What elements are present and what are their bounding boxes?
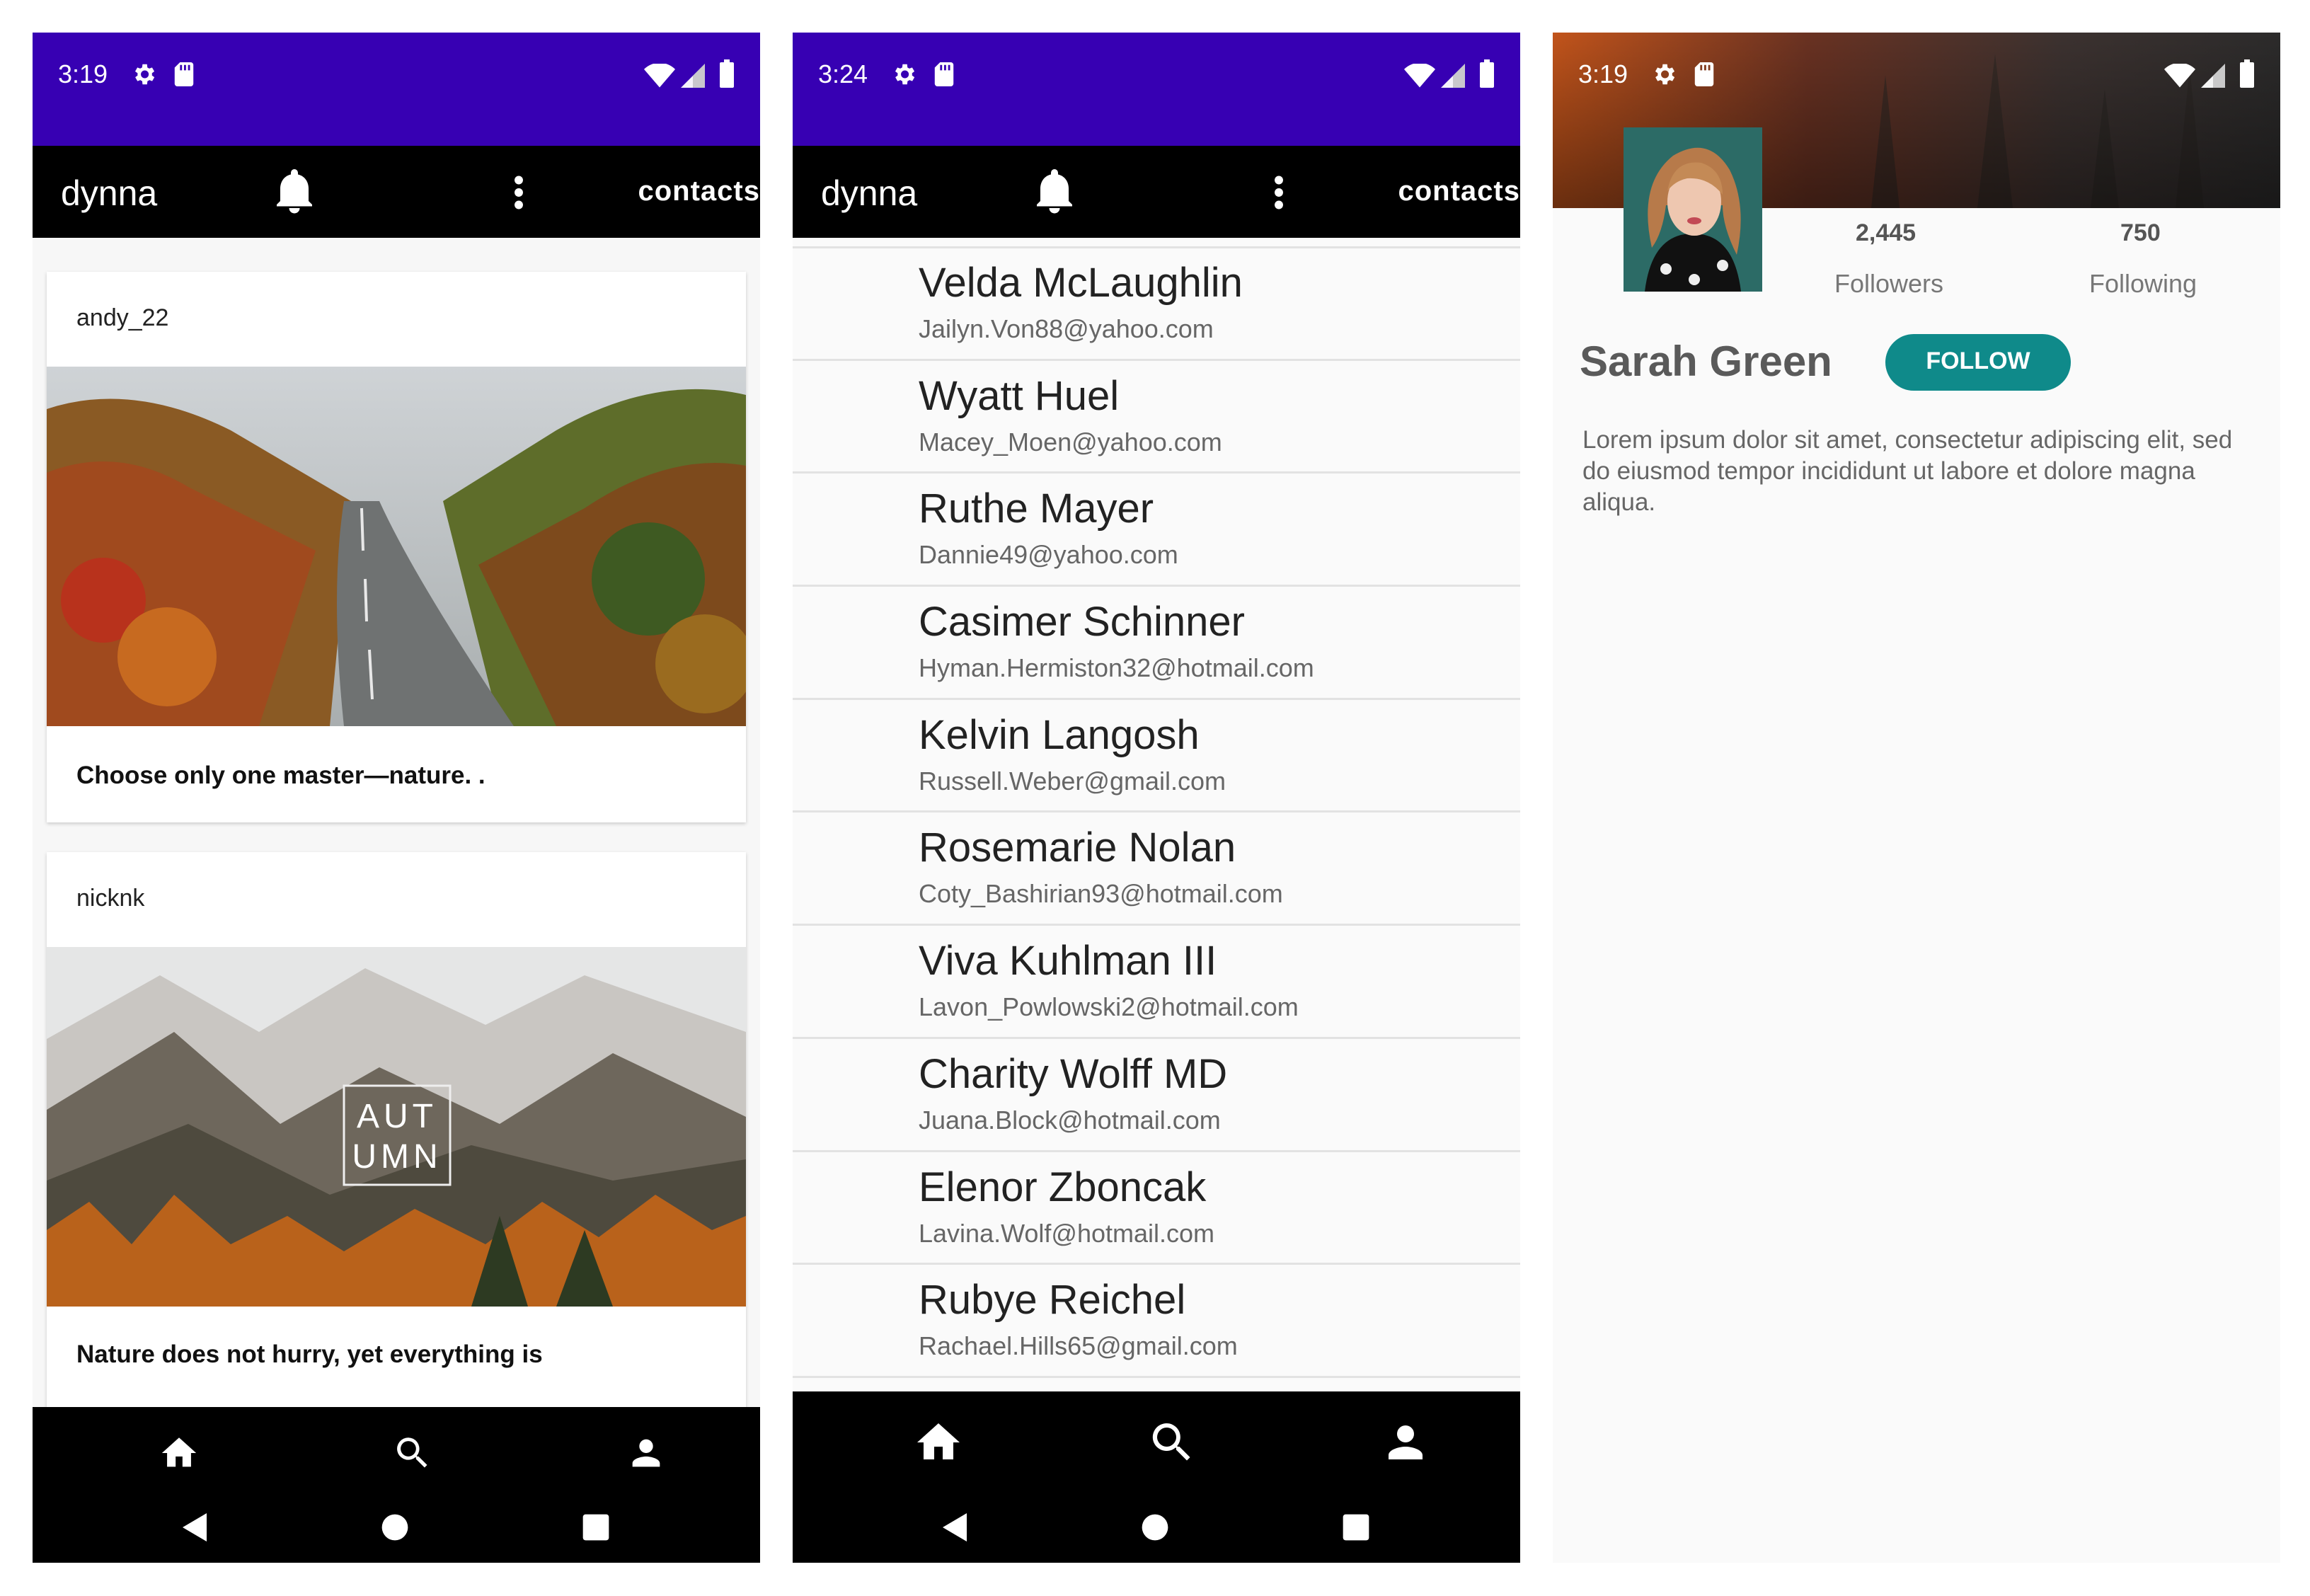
- overflow-menu-icon[interactable]: [514, 173, 524, 212]
- contact-name: Rubye Reichel: [919, 1277, 1186, 1324]
- app-bar: dynna contacts: [33, 146, 760, 238]
- contact-row[interactable]: Charity Wolff MD Juana.Block@hotmail.com: [793, 1039, 1520, 1152]
- profile-name: Sarah Green: [1580, 338, 1832, 385]
- status-bar: 3:24: [793, 33, 1520, 146]
- followers-count: 2,445: [1856, 219, 1917, 246]
- post-card[interactable]: andy_22 Choose only one master—nature. .: [47, 272, 746, 822]
- battery-icon: [2239, 59, 2255, 88]
- notification-bell-icon[interactable]: [1033, 167, 1076, 214]
- profile-screen: 3:19 2,445 Followers 750 Following Sarah…: [1553, 33, 2280, 1563]
- settings-gear-icon: [890, 61, 917, 88]
- contacts-action[interactable]: contacts: [1398, 176, 1521, 207]
- profile-bio: Lorem ipsum dolor sit amet, consectetur …: [1582, 426, 2233, 516]
- contact-name: Rosemarie Nolan: [919, 825, 1236, 871]
- contact-name: Kelvin Langosh: [919, 711, 1200, 758]
- wifi-icon: [1404, 64, 1435, 88]
- contact-email: Dannie49@yahoo.com: [919, 540, 1178, 570]
- contact-row[interactable]: Casimer Schinner Hyman.Hermiston32@hotmai…: [793, 587, 1520, 700]
- feed-screen: 3:19 dynna contacts andy_22 Choose only …: [33, 33, 760, 1563]
- contact-row[interactable]: Rosemarie Nolan Coty_Bashirian93@hotmail.…: [793, 813, 1520, 926]
- contact-name: Casimer Schinner: [919, 599, 1245, 645]
- contact-row[interactable]: Wyatt Huel Macey_Moen@yahoo.com: [793, 361, 1520, 474]
- wifi-icon: [2164, 64, 2195, 88]
- search-icon[interactable]: [392, 1433, 433, 1474]
- recents-icon[interactable]: [1340, 1512, 1372, 1543]
- follow-button[interactable]: FOLLOW: [1885, 334, 2071, 391]
- contacts-action[interactable]: contacts: [638, 176, 761, 207]
- post-username[interactable]: nicknk: [76, 885, 144, 912]
- cell-signal-icon: [1441, 64, 1465, 88]
- contact-email: Macey_Moen@yahoo.com: [919, 427, 1222, 457]
- person-icon[interactable]: [626, 1433, 667, 1474]
- contact-name: Viva Kuhlman III: [919, 938, 1217, 984]
- home-icon[interactable]: [913, 1417, 964, 1468]
- cell-signal-icon: [681, 64, 705, 88]
- following-count: 750: [2120, 219, 2161, 246]
- contacts-list: Velda McLaughlin Jailyn.Von88@yahoo.com W…: [793, 248, 1520, 1378]
- post-caption: Nature does not hurry, yet everything is: [76, 1340, 543, 1368]
- app-title: dynna: [821, 173, 918, 213]
- contact-email: Russell.Weber@gmail.com: [919, 766, 1226, 796]
- bottom-navigation: [33, 1407, 760, 1563]
- home-icon[interactable]: [159, 1433, 200, 1474]
- contact-row[interactable]: Viva Kuhlman III Lavon_Powlowski2@hotmail…: [793, 926, 1520, 1039]
- notification-bell-icon[interactable]: [273, 167, 316, 214]
- contact-email: Lavina.Wolf@hotmail.com: [919, 1218, 1215, 1248]
- post-image-road[interactable]: [47, 367, 746, 726]
- status-time: 3:19: [58, 59, 108, 88]
- autumn-image-text: UMN: [352, 1138, 442, 1176]
- overflow-menu-icon[interactable]: [1274, 173, 1284, 212]
- contact-row[interactable]: Kelvin Langosh Russell.Weber@gmail.com: [793, 700, 1520, 813]
- wifi-icon: [644, 64, 675, 88]
- sd-card-icon: [174, 62, 194, 86]
- status-time: 3:19: [1578, 59, 1628, 88]
- back-icon[interactable]: [938, 1510, 972, 1544]
- sd-card-icon: [1694, 62, 1714, 86]
- following-label[interactable]: Following: [2089, 269, 2197, 299]
- home-circle-icon[interactable]: [379, 1512, 410, 1543]
- post-card[interactable]: nicknk AUT UMN Nature does not hurry, ye…: [47, 852, 746, 1411]
- back-icon[interactable]: [1699, 1510, 1732, 1544]
- settings-gear-icon: [1650, 61, 1677, 88]
- recents-icon[interactable]: [580, 1512, 611, 1543]
- contact-email: Lavon_Powlowski2@hotmail.com: [919, 992, 1299, 1022]
- contact-name: Velda McLaughlin: [919, 260, 1243, 306]
- contact-name: Ruthe Mayer: [919, 486, 1154, 532]
- contact-row[interactable]: Ruthe Mayer Dannie49@yahoo.com: [793, 473, 1520, 587]
- contact-email: Juana.Block@hotmail.com: [919, 1105, 1221, 1135]
- contact-name: Wyatt Huel: [919, 372, 1120, 419]
- contact-row[interactable]: Rubye Reichel Rachael.Hills65@gmail.com: [793, 1265, 1520, 1378]
- contact-name: Elenor Zboncak: [919, 1164, 1207, 1210]
- contact-email: Rachael.Hills65@gmail.com: [919, 1331, 1238, 1361]
- bottom-navigation: [793, 1391, 1520, 1563]
- status-time: 3:24: [818, 59, 868, 88]
- recents-icon[interactable]: [2101, 1512, 2132, 1543]
- search-icon[interactable]: [1147, 1417, 1197, 1468]
- person-icon[interactable]: [1380, 1417, 1431, 1468]
- contact-email: Jailyn.Von88@yahoo.com: [919, 314, 1214, 343]
- contacts-screen: 3:24 dynna contacts Velda McLaughlin Jail…: [793, 33, 1520, 1563]
- contact-email: Coty_Bashirian93@hotmail.com: [919, 879, 1283, 909]
- post-username[interactable]: andy_22: [76, 304, 168, 332]
- settings-gear-icon: [130, 61, 157, 88]
- autumn-image-text: AUT: [357, 1098, 437, 1135]
- contact-row[interactable]: Velda McLaughlin Jailyn.Von88@yahoo.com: [793, 248, 1520, 361]
- back-icon[interactable]: [178, 1510, 212, 1544]
- battery-icon: [719, 59, 735, 88]
- battery-icon: [1479, 59, 1495, 88]
- status-bar: 3:19: [33, 33, 760, 146]
- post-caption: Choose only one master—nature. .: [76, 762, 485, 789]
- contact-name: Charity Wolff MD: [919, 1050, 1228, 1097]
- contact-email: Hyman.Hermiston32@hotmail.com: [919, 653, 1314, 683]
- sd-card-icon: [934, 62, 954, 86]
- profile-avatar[interactable]: [1624, 127, 1762, 292]
- followers-label[interactable]: Followers: [1834, 269, 1943, 299]
- app-title: dynna: [61, 173, 158, 213]
- contact-row[interactable]: Elenor Zboncak Lavina.Wolf@hotmail.com: [793, 1152, 1520, 1265]
- home-circle-icon[interactable]: [1139, 1512, 1171, 1543]
- app-bar: dynna contacts: [793, 146, 1520, 238]
- cell-signal-icon: [2201, 64, 2225, 88]
- home-circle-icon[interactable]: [1900, 1512, 1931, 1543]
- post-image-autumn[interactable]: AUT UMN: [47, 947, 746, 1307]
